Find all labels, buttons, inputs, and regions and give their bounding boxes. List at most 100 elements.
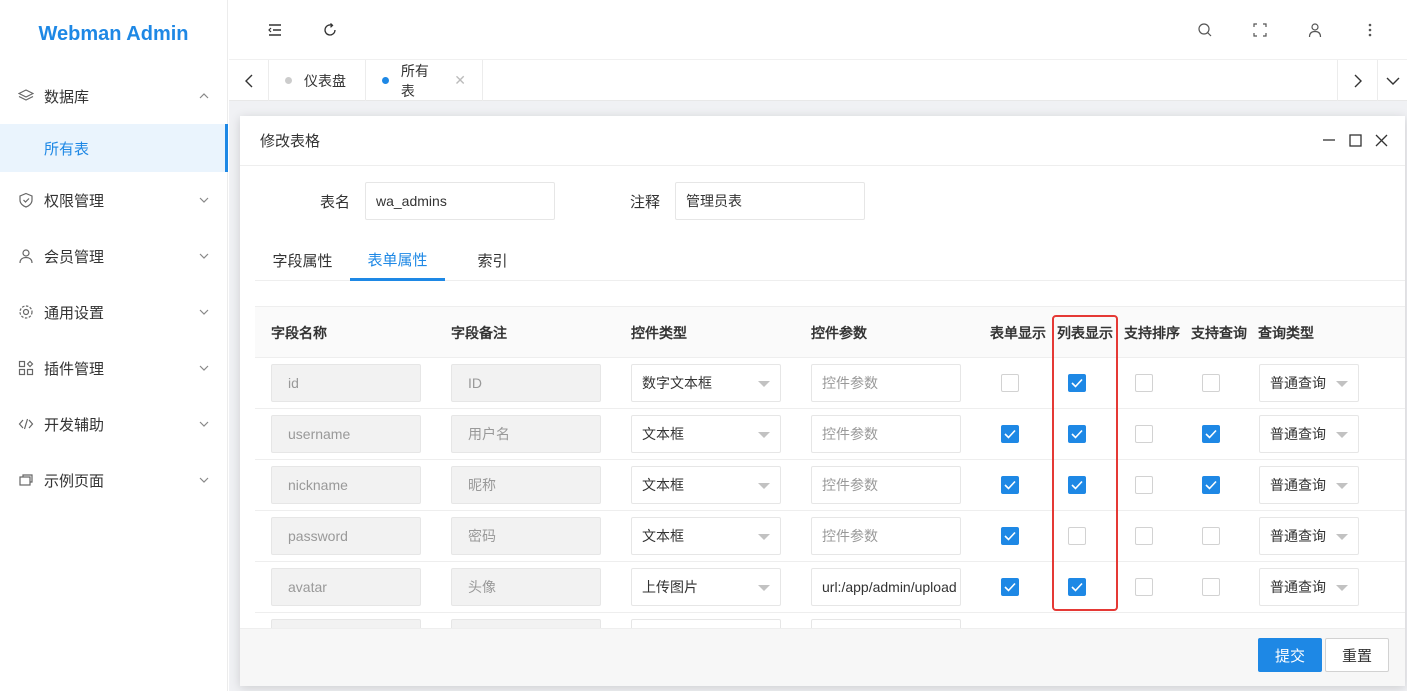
control-param-input[interactable]: 控件参数	[811, 466, 961, 504]
sortable-checkbox[interactable]	[1135, 527, 1153, 545]
control-param-input[interactable]: url:/app/admin/upload	[811, 568, 961, 606]
form-show-checkbox[interactable]	[1001, 527, 1019, 545]
refresh-icon[interactable]	[320, 20, 340, 40]
submit-button[interactable]: 提交	[1258, 638, 1322, 672]
sidebar-item-label: 权限管理	[44, 192, 105, 210]
caret-down-icon	[1336, 585, 1348, 591]
form-show-checkbox[interactable]	[1001, 578, 1019, 596]
shield-icon	[18, 192, 34, 208]
select-value: 普通查询	[1270, 426, 1326, 442]
close-icon[interactable]	[1373, 132, 1389, 148]
close-icon[interactable]: ✕	[454, 72, 466, 89]
edit-table-modal: 修改表格 表名 wa_admins 注释 管理员表 字段属性 表单属性 索引 字…	[240, 116, 1405, 686]
form-show-checkbox[interactable]	[1001, 425, 1019, 443]
field-name-input[interactable]: password	[271, 517, 421, 555]
search-icon[interactable]	[1195, 20, 1215, 40]
list-show-checkbox[interactable]	[1068, 527, 1086, 545]
select-value: 文本框	[642, 477, 684, 493]
table-name-input[interactable]: wa_admins	[365, 182, 555, 220]
field-name-input[interactable]: nickname	[271, 466, 421, 504]
sidebar: Webman Admin 数据库 所有表 权限管理 会员管理 通用设置 插件管理	[0, 0, 228, 691]
table-row: username 用户名 文本框 控件参数 普通查询	[255, 409, 1405, 460]
list-show-checkbox[interactable]	[1068, 374, 1086, 392]
field-remark-input[interactable]: 头像	[451, 568, 601, 606]
query-type-select[interactable]: 普通查询	[1259, 568, 1359, 606]
tab-field-attributes[interactable]: 字段属性	[255, 240, 350, 281]
minimize-icon[interactable]	[1321, 132, 1337, 148]
field-remark-input[interactable]: 昵称	[451, 466, 601, 504]
more-vertical-icon[interactable]	[1360, 20, 1380, 40]
field-name-input[interactable]: avatar	[271, 568, 421, 606]
select-value: 普通查询	[1270, 528, 1326, 544]
sidebar-item-dev-tools[interactable]: 开发辅助	[0, 396, 227, 452]
sidebar-item-permissions[interactable]: 权限管理	[0, 172, 227, 228]
field-name-input[interactable]: id	[271, 364, 421, 402]
searchable-checkbox[interactable]	[1202, 476, 1220, 494]
select-value: 数字文本框	[642, 375, 712, 391]
sidebar-item-examples[interactable]: 示例页面	[0, 452, 227, 508]
sidebar-item-settings[interactable]: 通用设置	[0, 284, 227, 340]
form-show-checkbox[interactable]	[1001, 476, 1019, 494]
query-type-select[interactable]: 普通查询	[1259, 517, 1359, 555]
tabs-scroll-left-button[interactable]	[229, 60, 269, 101]
col-sortable: 支持排序	[1124, 324, 1180, 341]
sidebar-item-database[interactable]: 数据库	[0, 68, 227, 124]
gear-icon	[18, 304, 34, 320]
searchable-checkbox[interactable]	[1202, 374, 1220, 392]
user-icon[interactable]	[1305, 20, 1325, 40]
field-name-input[interactable]: username	[271, 415, 421, 453]
control-param-input[interactable]: 控件参数	[811, 517, 961, 555]
code-icon	[18, 416, 34, 432]
comment-input[interactable]: 管理员表	[675, 182, 865, 220]
control-param-input[interactable]: 控件参数	[811, 364, 961, 402]
app-logo[interactable]: Webman Admin	[0, 0, 227, 68]
sortable-checkbox[interactable]	[1135, 374, 1153, 392]
tab-dashboard[interactable]: 仪表盘	[269, 60, 366, 101]
caret-down-icon	[1336, 534, 1348, 540]
control-param-input[interactable]: 控件参数	[811, 415, 961, 453]
control-type-select[interactable]: 文本框	[631, 415, 781, 453]
caret-down-icon	[758, 483, 770, 489]
searchable-checkbox[interactable]	[1202, 527, 1220, 545]
menu-fold-icon[interactable]	[265, 20, 285, 40]
sidebar-subitem-all-tables[interactable]: 所有表	[0, 124, 228, 172]
sortable-checkbox[interactable]	[1135, 578, 1153, 596]
tab-form-attributes[interactable]: 表单属性	[350, 240, 445, 281]
sortable-checkbox[interactable]	[1135, 476, 1153, 494]
list-show-checkbox[interactable]	[1068, 578, 1086, 596]
sidebar-item-members[interactable]: 会员管理	[0, 228, 227, 284]
tab-label: 所有表	[400, 62, 429, 99]
reset-button[interactable]: 重置	[1325, 638, 1389, 672]
form-show-checkbox[interactable]	[1001, 374, 1019, 392]
field-remark-input[interactable]: 密码	[451, 517, 601, 555]
chevron-down-icon	[199, 365, 209, 371]
tab-indexes[interactable]: 索引	[445, 240, 540, 281]
sidebar-item-plugins[interactable]: 插件管理	[0, 340, 227, 396]
sortable-checkbox[interactable]	[1135, 425, 1153, 443]
searchable-checkbox[interactable]	[1202, 425, 1220, 443]
control-type-select[interactable]: 上传图片	[631, 568, 781, 606]
select-value: 文本框	[642, 528, 684, 544]
maximize-icon[interactable]	[1347, 132, 1363, 148]
sidebar-item-label: 数据库	[44, 88, 90, 106]
tabs-menu-button[interactable]	[1377, 60, 1407, 101]
tab-label: 仪表盘	[304, 72, 346, 89]
field-remark-input[interactable]: ID	[451, 364, 601, 402]
list-show-checkbox[interactable]	[1068, 425, 1086, 443]
searchable-checkbox[interactable]	[1202, 578, 1220, 596]
fullscreen-icon[interactable]	[1250, 20, 1270, 40]
control-type-select[interactable]: 文本框	[631, 466, 781, 504]
list-show-checkbox[interactable]	[1068, 476, 1086, 494]
control-type-select[interactable]: 数字文本框	[631, 364, 781, 402]
field-remark-input[interactable]: 用户名	[451, 415, 601, 453]
table-name-row: 表名 wa_admins	[300, 182, 555, 220]
comment-row: 注释 管理员表	[610, 182, 865, 220]
control-type-select[interactable]: 文本框	[631, 517, 781, 555]
tabs-scroll-right-button[interactable]	[1337, 60, 1377, 101]
query-type-select[interactable]: 普通查询	[1259, 364, 1359, 402]
chevron-down-icon	[199, 477, 209, 483]
tab-all-tables[interactable]: 所有表 ✕	[366, 60, 483, 101]
sidebar-item-label: 通用设置	[44, 304, 105, 322]
query-type-select[interactable]: 普通查询	[1259, 466, 1359, 504]
query-type-select[interactable]: 普通查询	[1259, 415, 1359, 453]
